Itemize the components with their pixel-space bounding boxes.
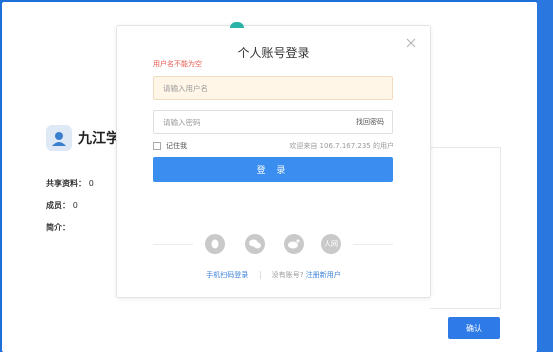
renren-text: 人网	[324, 240, 338, 248]
error-message: 用户名不能为空	[153, 60, 202, 68]
weibo-icon[interactable]	[284, 234, 304, 254]
top-decoration	[230, 22, 244, 28]
password-input[interactable]: 请输入密码 找回密码	[153, 110, 393, 134]
group-header: 九江学	[46, 125, 120, 151]
page-scrollbar[interactable]	[537, 0, 553, 352]
phone-login-link[interactable]: 手机扫码登录	[206, 271, 248, 279]
members-label: 成员：	[46, 201, 70, 210]
register-link[interactable]: 注册新用户	[306, 271, 341, 279]
shared-info: 共享资料： 0	[46, 178, 94, 189]
shared-count: 0	[88, 179, 94, 188]
close-icon[interactable]	[406, 38, 416, 48]
welcome-text: 欢迎来自 106.7.167.235 的用户	[289, 142, 394, 150]
no-account-text: 没有账号?	[271, 271, 304, 279]
remember-checkbox[interactable]	[153, 142, 161, 150]
content-card	[430, 147, 501, 309]
remember-me[interactable]: 记住我	[153, 141, 187, 151]
remember-label: 记住我	[166, 142, 187, 150]
login-modal: 个人账号登录 用户名不能为空 请输入用户名 请输入密码 找回密码 记住我 欢迎来…	[116, 25, 431, 298]
username-input[interactable]: 请输入用户名	[153, 76, 393, 100]
intro-info: 简介：	[46, 222, 70, 233]
wechat-icon[interactable]	[245, 234, 265, 254]
renren-icon[interactable]: 人网	[321, 234, 341, 254]
password-placeholder: 请输入密码	[163, 117, 201, 127]
bottom-links: 手机扫码登录 没有账号? 注册新用户	[117, 270, 430, 280]
username-placeholder: 请输入用户名	[163, 83, 208, 93]
group-name: 九江学	[78, 131, 120, 147]
members-count: 0	[72, 201, 78, 210]
group-avatar-icon	[52, 132, 66, 146]
divider-right	[353, 244, 393, 245]
link-separator	[259, 271, 261, 279]
group-avatar	[46, 125, 72, 151]
login-button[interactable]: 登 录	[153, 157, 393, 182]
confirm-button[interactable]: 确认	[448, 317, 500, 339]
shared-label: 共享资料：	[46, 179, 86, 188]
members-info: 成员： 0	[46, 200, 78, 211]
qq-icon[interactable]	[205, 234, 225, 254]
forgot-password-link[interactable]: 找回密码	[356, 117, 384, 127]
divider-left	[153, 244, 193, 245]
intro-label: 简介：	[46, 223, 70, 232]
